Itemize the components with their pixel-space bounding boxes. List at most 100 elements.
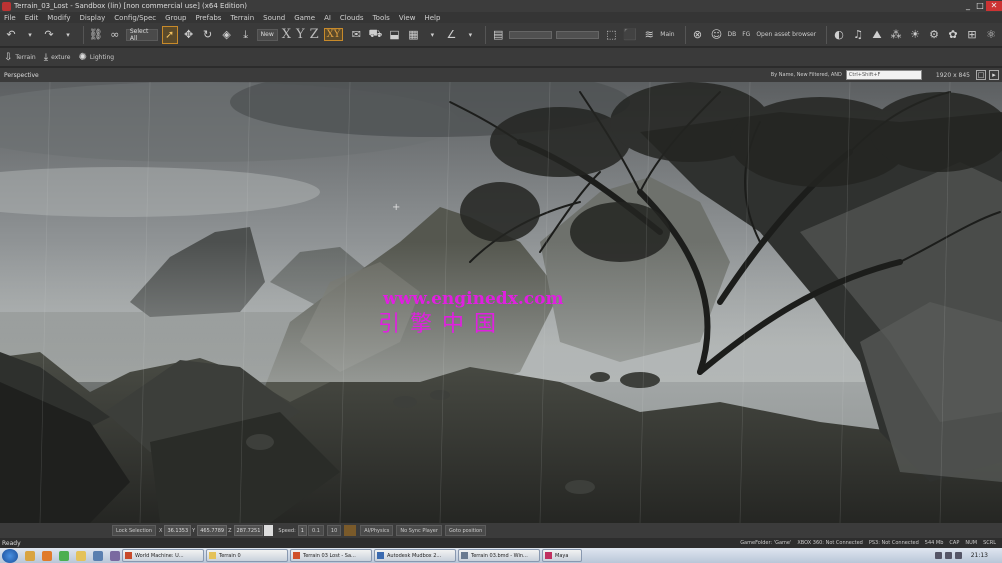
camera-icon[interactable]: ⬚ [603, 26, 619, 44]
object-search-input[interactable]: Ctrl+Shift+F [845, 70, 922, 80]
material-editor-icon[interactable]: ⊗ [689, 26, 705, 44]
console-icon[interactable]: ⚛ [983, 26, 999, 44]
folder-icon[interactable] [76, 550, 86, 561]
align-icon[interactable]: ⬓ [386, 26, 402, 44]
texture-mode-button[interactable]: ⤓ exture [44, 52, 71, 63]
menu-game[interactable]: Game [294, 14, 315, 22]
maximize-button[interactable]: □ [974, 1, 986, 11]
menu-group[interactable]: Group [165, 14, 186, 22]
taskbar-item-maya[interactable]: Maya [542, 549, 582, 562]
viewport-title[interactable]: Perspective [4, 72, 39, 79]
undo-dropdown-icon[interactable]: ▾ [22, 26, 38, 44]
start-button-icon[interactable] [2, 548, 18, 563]
terrain-editor-icon[interactable]: ⛰ [869, 26, 885, 44]
chrome-icon[interactable] [59, 550, 69, 561]
taskbar-clock[interactable]: 21:13 [971, 552, 988, 559]
explorer-icon[interactable] [25, 550, 35, 561]
flowgraph-button[interactable]: FG [742, 31, 750, 38]
redo-icon[interactable]: ↷ [41, 26, 57, 44]
menu-edit[interactable]: Edit [25, 14, 39, 22]
terrain-mode-button[interactable]: ⇩ Terrain [4, 52, 36, 63]
speed-max-button[interactable]: 10 [326, 525, 342, 536]
grid-snap-icon[interactable]: ▦ [405, 26, 421, 44]
vegetation-icon[interactable]: ✿ [945, 26, 961, 44]
viewport-maximize-icon[interactable]: □ [976, 70, 986, 80]
menu-modify[interactable]: Modify [47, 14, 70, 22]
unlink-icon[interactable]: ∞ [107, 26, 123, 44]
object-snap-icon[interactable]: ⛟ [367, 26, 383, 44]
speed-step-button[interactable]: 0.1 [307, 525, 324, 536]
media-player-icon[interactable] [42, 550, 52, 561]
taskbar-item-sandbox[interactable]: Terrain 03 Lost - Sa... [290, 549, 372, 562]
desktop-icon[interactable] [93, 550, 103, 561]
axis-xy-button[interactable]: XY [323, 28, 344, 41]
select-tool-icon[interactable]: ➚ [161, 25, 178, 44]
taskbar-item-bmd[interactable]: Terrain 03.bmd - Win... [458, 549, 540, 562]
menu-tools[interactable]: Tools [373, 14, 390, 22]
menu-view[interactable]: View [399, 14, 416, 22]
move-tool-icon[interactable]: ✥ [181, 26, 197, 44]
menu-file[interactable]: File [4, 14, 16, 22]
lock-selection-button[interactable]: Lock Selection [112, 525, 157, 536]
menu-ai[interactable]: AI [324, 14, 331, 22]
menu-sound[interactable]: Sound [263, 14, 285, 22]
rotate-tool-icon[interactable]: ↻ [200, 26, 216, 44]
x-coord-field[interactable]: 36.1353 [164, 525, 192, 536]
redo-dropdown-icon[interactable]: ▾ [60, 26, 76, 44]
app-icon-quick[interactable] [110, 550, 120, 561]
taskbar-item-terrain-folder[interactable]: Terrain 0 [206, 549, 288, 562]
axis-z-button[interactable]: Z [310, 27, 319, 42]
menu-display[interactable]: Display [79, 14, 105, 22]
goto-camera-icon[interactable]: ⬛ [622, 26, 638, 44]
menu-prefabs[interactable]: Prefabs [195, 14, 221, 22]
axis-y-button[interactable]: Y [296, 27, 305, 42]
ai-physics-button[interactable]: AI/Physics [360, 525, 394, 536]
viewport-resolution[interactable]: 1920 x 845 [936, 72, 970, 79]
character-editor-icon[interactable]: ☺ [708, 26, 724, 44]
layer-select[interactable]: New [256, 28, 278, 41]
menu-clouds[interactable]: Clouds [340, 14, 364, 22]
angle-snap-icon[interactable]: ∠ [443, 26, 459, 44]
minimize-button[interactable]: _ [962, 1, 974, 11]
object-slider[interactable] [509, 30, 553, 39]
sound-icon[interactable]: ♫ [850, 26, 866, 44]
time-of-day-icon[interactable]: ☀ [907, 26, 923, 44]
close-button[interactable]: ✕ [986, 1, 1002, 11]
object-slider-2[interactable] [556, 30, 600, 39]
tray-icon-volume[interactable] [944, 552, 952, 559]
asset-browser-button[interactable]: Open asset browser [756, 31, 816, 38]
tray-icon-app[interactable] [954, 552, 962, 559]
taskbar-item-world-machine[interactable]: World Machine: U... [122, 549, 204, 562]
tray-icon-network[interactable] [934, 552, 942, 559]
coord-lock-icon[interactable] [264, 525, 274, 536]
menu-config-spec[interactable]: Config/Spec [114, 14, 156, 22]
taskbar-item-mudbox[interactable]: Autodesk Mudbox 2... [374, 549, 456, 562]
tweak-icon[interactable]: ⚙ [926, 26, 942, 44]
viewport-options-icon[interactable]: ▸ [989, 70, 999, 80]
scale-tool-icon[interactable]: ◈ [219, 26, 235, 44]
undo-icon[interactable]: ↶ [3, 26, 19, 44]
z-coord-field[interactable]: 287.7251 [233, 525, 264, 536]
grid-dropdown-icon[interactable]: ▾ [424, 26, 440, 44]
link-icon[interactable]: ⛓ [88, 26, 104, 44]
perspective-viewport[interactable]: + 引擎中国 www.enginedx.com [0, 82, 1002, 523]
menu-terrain[interactable]: Terrain [230, 14, 254, 22]
angle-dropdown-icon[interactable]: ▾ [462, 26, 478, 44]
layer-panel-icon[interactable]: ▤ [490, 26, 506, 44]
selection-filter-select[interactable]: Select All [125, 28, 158, 42]
search-filter-mode[interactable]: By Name, New Filtered, AND [771, 72, 842, 78]
terrain-snap-icon[interactable]: ✉ [348, 26, 364, 44]
terrain-follow-icon[interactable] [344, 525, 357, 536]
physics-icon[interactable]: ◐ [831, 26, 847, 44]
lighting-mode-button[interactable]: ✺ Lighting [78, 52, 114, 63]
goto-position-button[interactable]: Goto position [444, 525, 487, 536]
speed-field[interactable]: 1 [297, 525, 307, 536]
snap-to-terrain-icon[interactable]: ⤓ [238, 26, 254, 44]
particle-icon[interactable]: ⁂ [888, 26, 904, 44]
ui-editor-icon[interactable]: ⊞ [964, 26, 980, 44]
axis-x-button[interactable]: X [282, 27, 291, 42]
db-view-button[interactable]: DB [727, 31, 736, 38]
y-coord-field[interactable]: 465.7789 [197, 525, 228, 536]
no-sync-player-button[interactable]: No Sync Player [396, 525, 442, 536]
layers-icon[interactable]: ≋ [641, 26, 657, 44]
